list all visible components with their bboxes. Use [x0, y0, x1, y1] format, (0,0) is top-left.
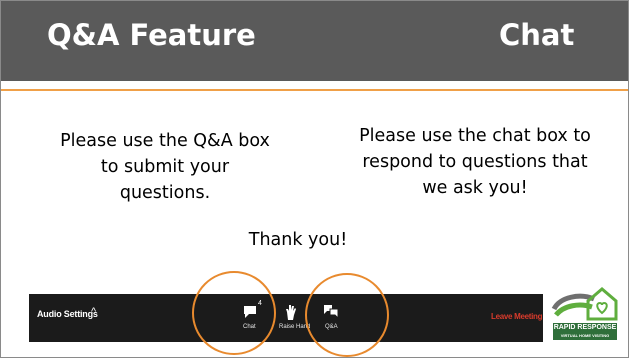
chat-highlight-circle — [192, 271, 276, 355]
raise-hand-icon — [286, 305, 296, 320]
qa-instruction-text: Please use the Q&A box to submit your qu… — [60, 131, 270, 203]
rapid-response-logo: RAPID RESPONSE VIRTUAL HOME VISITING — [550, 279, 620, 349]
qa-highlight-circle — [305, 273, 389, 357]
title-chat: Chat — [499, 18, 575, 52]
header-rule — [1, 89, 628, 91]
thank-you-text: Thank you! — [248, 230, 348, 250]
slide-header: Q&A Feature Chat — [1, 1, 628, 81]
logo-line-1: RAPID RESPONSE — [553, 324, 617, 331]
chat-instruction-text: Please use the chat box to respond to qu… — [359, 126, 591, 198]
meeting-toolbar: Audio Settings ^ 4 Chat Raise Hand Q&A L… — [29, 294, 543, 342]
slide: Q&A Feature Chat Please use the Q&A box … — [0, 0, 629, 358]
logo-line-2: VIRTUAL HOME VISITING — [560, 333, 610, 338]
title-qa-feature: Q&A Feature — [47, 18, 256, 52]
leave-meeting-button[interactable]: Leave Meeting — [491, 312, 543, 321]
audio-settings-caret-icon[interactable]: ^ — [91, 306, 96, 318]
house-heart-icon — [551, 287, 618, 321]
audio-settings-button[interactable]: Audio Settings — [37, 309, 98, 319]
